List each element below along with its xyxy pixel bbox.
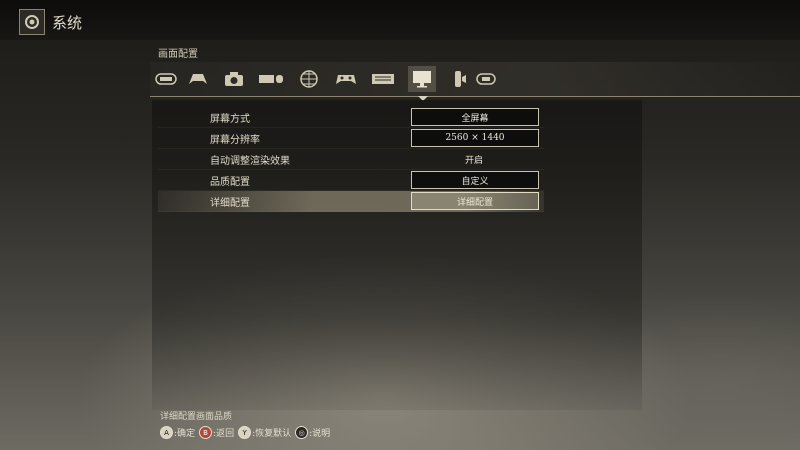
button-hints: A :确定 B :返回 Y :恢复默认 ◎ :说明 (160, 426, 334, 439)
keyboard-icon (372, 74, 394, 84)
tab-pad[interactable] (472, 66, 500, 92)
hint-confirm[interactable]: A :确定 (160, 426, 195, 439)
section-title: 画面配置 (158, 49, 198, 60)
setting-label: 自动调整渲染效果 (210, 155, 290, 167)
tab-gamepad[interactable] (332, 66, 360, 92)
pad-icon (476, 73, 496, 85)
network-icon (300, 70, 318, 88)
hint-restore-default[interactable]: Y :恢复默认 (238, 426, 291, 439)
gear-icon (19, 9, 45, 35)
tab-game-settings[interactable] (152, 66, 180, 92)
setting-row-advanced[interactable]: 详细配置 详细配置 (158, 191, 544, 212)
camera-icon (225, 72, 243, 86)
system-title: 系统 (52, 14, 83, 32)
setting-label: 屏幕分辨率 (210, 134, 260, 146)
tab-display[interactable] (408, 66, 436, 92)
hint-label: :恢复默认 (252, 429, 292, 439)
setting-label: 屏幕方式 (210, 113, 250, 125)
hint-label: :返回 (213, 429, 235, 439)
menu-button-icon: ◎ (295, 426, 309, 439)
setting-row-screen-mode[interactable]: 屏幕方式 全屏幕 (158, 107, 544, 128)
keyboard-mouse-icon (259, 75, 283, 83)
tab-controller[interactable] (184, 66, 212, 92)
hint-explain[interactable]: ◎ :说明 (295, 426, 330, 439)
setting-label: 品质配置 (210, 176, 250, 188)
top-bar: 系统 (0, 0, 800, 40)
tab-keyboard-mouse[interactable] (257, 66, 285, 92)
settings-tab-bar (150, 62, 800, 97)
screen-mode-value[interactable]: 全屏幕 (411, 108, 539, 126)
gamepad-icon (336, 75, 356, 84)
b-button-icon: B (199, 426, 213, 439)
hint-back[interactable]: B :返回 (199, 426, 234, 439)
help-description: 详细配置画面品质 (160, 412, 233, 422)
hint-label: :说明 (309, 429, 331, 439)
hint-label: :确定 (174, 429, 196, 439)
game-settings-icon (155, 73, 177, 85)
tab-keyboard[interactable] (369, 66, 397, 92)
setting-label: 详细配置 (210, 197, 250, 209)
display-icon (413, 71, 431, 88)
setting-row-resolution[interactable]: 屏幕分辨率 2560 × 1440 (158, 128, 544, 149)
resolution-value[interactable]: 2560 × 1440 (411, 129, 539, 147)
tab-camera[interactable] (220, 66, 248, 92)
advanced-settings-button[interactable]: 详细配置 (411, 192, 539, 210)
auto-render-value[interactable]: 开启 (411, 151, 537, 167)
controller-icon (189, 74, 207, 84)
quality-preset-value[interactable]: 自定义 (411, 171, 539, 189)
tab-audio[interactable] (446, 66, 474, 92)
setting-row-quality-preset[interactable]: 品质配置 自定义 (158, 170, 544, 191)
setting-row-auto-render[interactable]: 自动调整渲染效果 开启 (158, 149, 544, 170)
audio-icon (455, 71, 466, 87)
tab-network[interactable] (295, 66, 323, 92)
a-button-icon: A (160, 426, 173, 439)
y-button-icon: Y (238, 426, 252, 439)
